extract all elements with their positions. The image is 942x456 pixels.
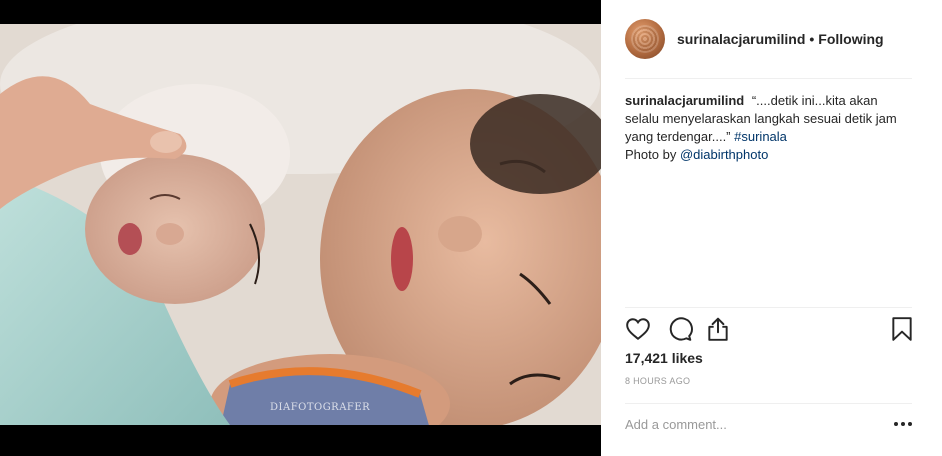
heart-icon <box>626 318 650 340</box>
bookmark-icon <box>892 317 912 341</box>
photo-credit-label: Photo by <box>625 147 677 162</box>
post-timestamp[interactable]: 8 HOURS AGO <box>625 376 690 386</box>
comment-bubble-icon <box>669 317 693 341</box>
caption-username-link[interactable]: surinalacjarumilind <box>625 93 744 108</box>
share-upload-icon <box>708 317 728 341</box>
follow-separator: • <box>809 31 815 47</box>
share-button[interactable] <box>705 316 731 344</box>
comment-button[interactable] <box>667 316 693 344</box>
hashtag-link[interactable]: #surinala <box>734 129 787 144</box>
divider <box>625 78 912 79</box>
newborn-and-mother-photo <box>0 24 601 425</box>
save-button[interactable] <box>889 316 915 344</box>
divider <box>625 403 912 404</box>
header-username-link[interactable]: surinalacjarumilind <box>677 31 805 47</box>
post-caption: surinalacjarumilind “....detik ini...kit… <box>625 92 915 164</box>
more-options-icon[interactable] <box>891 414 915 434</box>
like-button[interactable] <box>625 316 651 344</box>
post-side-panel: surinalacjarumilind • Following surinala… <box>601 0 942 456</box>
divider <box>625 307 912 308</box>
add-comment-input[interactable] <box>625 414 875 434</box>
post-header: surinalacjarumilind • Following <box>625 18 884 60</box>
action-bar <box>625 316 915 346</box>
photo-watermark: DIAFOTOGRAFER <box>270 402 371 413</box>
following-button[interactable]: Following <box>818 31 883 47</box>
avatar[interactable] <box>625 19 665 59</box>
mention-link[interactable]: @diabirthphoto <box>680 147 768 162</box>
likes-count[interactable]: 17,421 likes <box>625 350 703 366</box>
post-photo[interactable]: DIAFOTOGRAFER <box>0 24 601 425</box>
